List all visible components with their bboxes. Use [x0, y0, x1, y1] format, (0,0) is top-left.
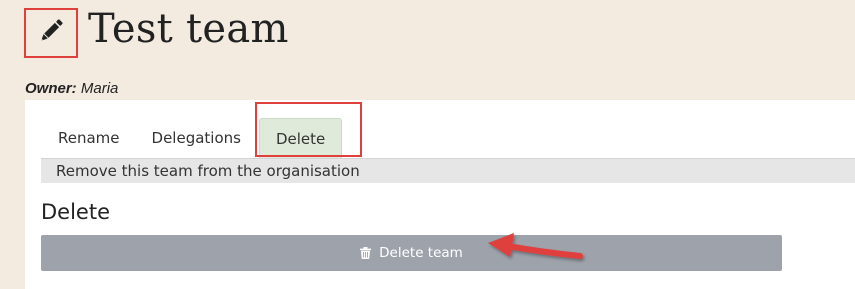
tab-delegations[interactable]: Delegations [136, 118, 257, 158]
team-card: Rename Delegations Delete Remove this te… [25, 100, 855, 289]
owner-name: Maria [80, 80, 119, 97]
pencil-icon [36, 16, 66, 51]
owner-label: Owner: [25, 80, 77, 97]
tab-bar: Rename Delegations Delete [42, 118, 343, 158]
page: Test team Owner: Maria Rename Delegation… [0, 0, 855, 289]
page-title: Test team [88, 6, 289, 52]
trash-icon [360, 247, 372, 259]
delete-team-button[interactable]: Delete team [41, 235, 782, 271]
tab-delete[interactable]: Delete [258, 118, 343, 158]
section-heading: Delete [41, 200, 110, 224]
edit-button[interactable] [24, 8, 78, 58]
tab-description: Remove this team from the organisation [41, 158, 855, 183]
tab-rename[interactable]: Rename [42, 118, 136, 158]
owner-line: Owner: Maria [25, 80, 118, 97]
delete-team-label: Delete team [379, 245, 463, 261]
